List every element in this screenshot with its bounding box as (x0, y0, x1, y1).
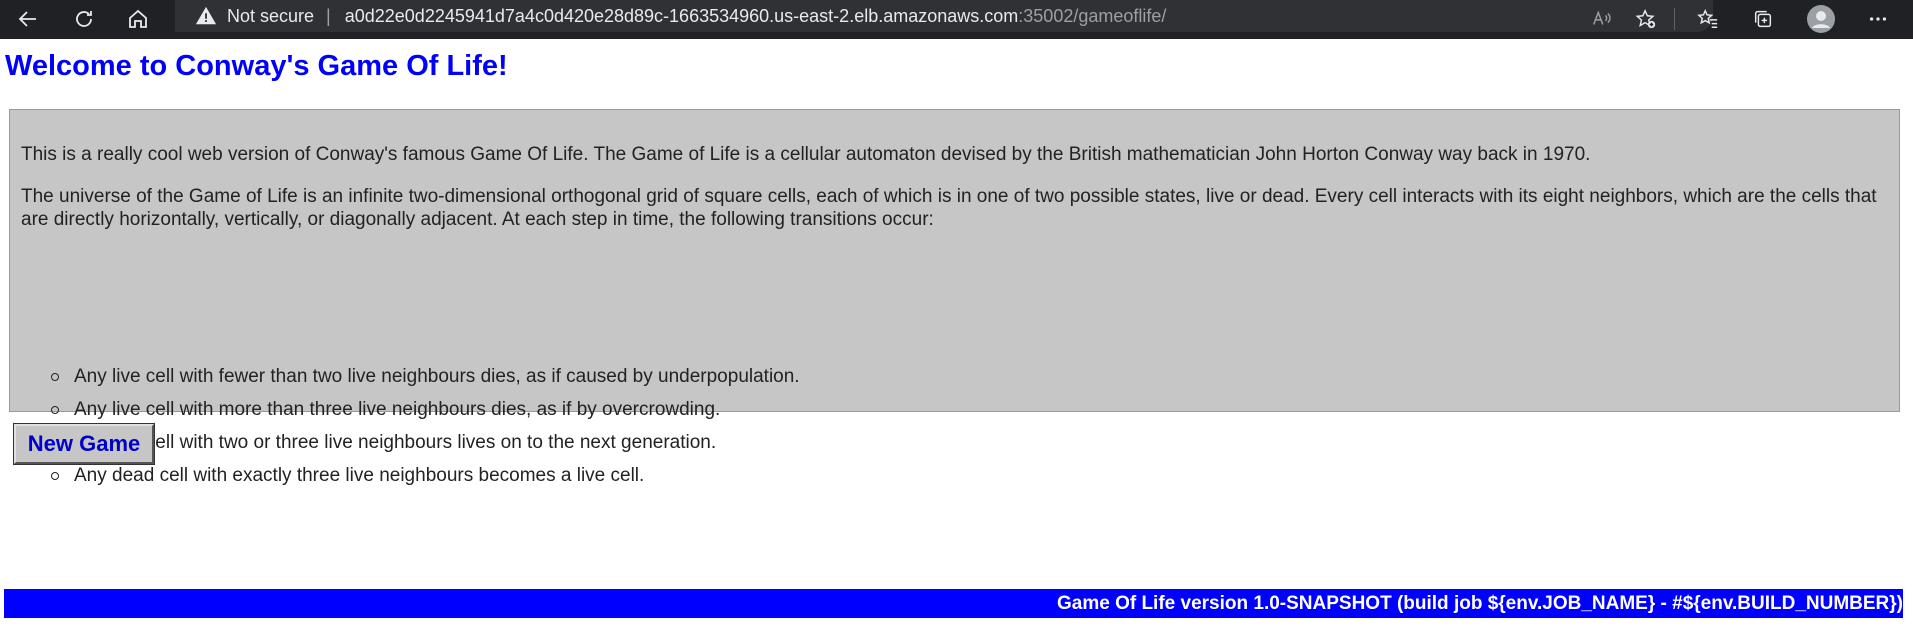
more-icon[interactable] (1862, 3, 1894, 35)
list-item: Any live cell with two or three live nei… (50, 432, 717, 453)
list-item: Any dead cell with exactly three live ne… (50, 465, 645, 486)
list-item: Any live cell with more than three live … (50, 399, 721, 420)
reload-icon[interactable] (68, 3, 100, 35)
list-item: Any live cell with fewer than two live n… (51, 366, 800, 387)
back-icon[interactable] (12, 3, 44, 35)
security-label[interactable]: Not secure (227, 6, 314, 27)
intro-paragraph: This is a really cool web version of Con… (21, 144, 1591, 165)
collections-icon[interactable] (1747, 3, 1779, 35)
home-icon[interactable] (122, 3, 154, 35)
address-bar[interactable]: Not secure | a0d22e0d2245941d7a4c0d420e2… (175, 0, 1713, 32)
address-separator: | (326, 5, 331, 26)
url-host: a0d22e0d2245941d7a4c0d420e28d89c-1663534… (344, 5, 1019, 26)
browser-toolbar: Not secure | a0d22e0d2245941d7a4c0d420e2… (0, 0, 1913, 39)
profile-icon[interactable] (1805, 3, 1837, 35)
version-footer: Game Of Life version 1.0-SNAPSHOT (build… (4, 589, 1903, 618)
description-paragraph: The universe of the Game of Life is an i… (21, 186, 1877, 230)
favorites-icon[interactable] (1692, 3, 1724, 35)
url-path: :35002/gameoflife/ (1018, 5, 1167, 26)
read-aloud-icon[interactable] (1585, 3, 1617, 35)
toolbar-divider (1674, 8, 1675, 30)
warning-icon (195, 6, 217, 25)
description-box: This is a really cool web version of Con… (9, 109, 1900, 486)
add-favorite-icon[interactable] (1630, 3, 1662, 35)
new-game-button[interactable]: New Game (13, 423, 155, 465)
page-title: Welcome to Conway's Game Of Life! (5, 50, 508, 82)
